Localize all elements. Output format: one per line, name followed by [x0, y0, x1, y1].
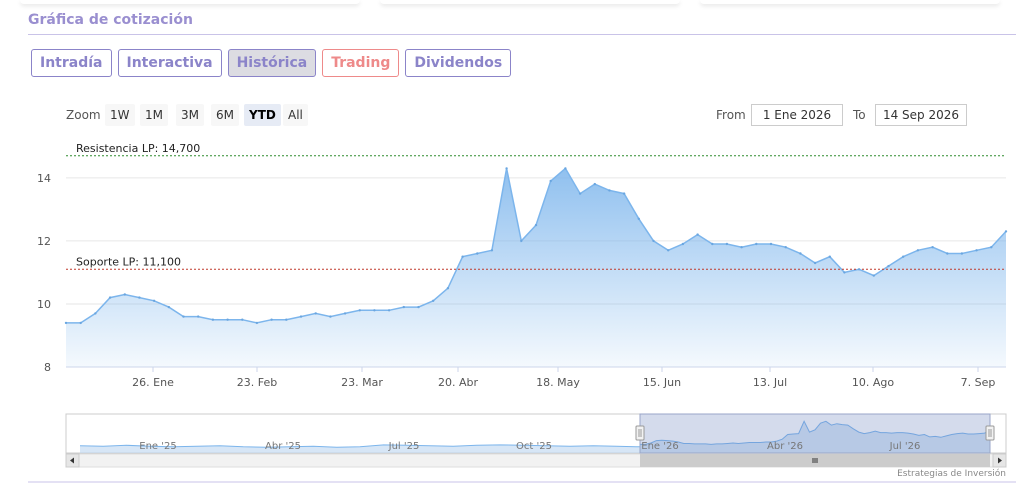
price-point — [622, 192, 626, 195]
y-axis-tick-labels: 8 10 12 14 — [37, 172, 51, 374]
price-point — [197, 315, 200, 318]
resistance-label: Resistencia LP: 14,700 — [76, 142, 200, 155]
price-point — [476, 252, 479, 255]
x-axis-ticks: 26. Ene 23. Feb 23. Mar 20. Abr 18. May 15. J… — [132, 367, 995, 389]
price-point — [872, 274, 875, 277]
price-point — [843, 271, 846, 274]
y-tick-label: 14 — [37, 172, 51, 185]
navigator-tick-label: Jul '25 — [388, 441, 420, 452]
price-point — [549, 179, 552, 183]
price-point — [108, 296, 112, 299]
price-point — [490, 249, 494, 252]
price-point — [123, 293, 127, 296]
price-point — [725, 242, 729, 246]
x-tick-label: 23. Mar — [341, 376, 383, 389]
price-point — [916, 249, 920, 252]
price-point — [784, 246, 787, 249]
price-point — [946, 252, 949, 255]
price-point — [608, 189, 611, 192]
price-point — [711, 242, 714, 246]
price-point — [285, 318, 288, 321]
support-label: Soporte LP: 11,100 — [76, 255, 181, 268]
price-point — [696, 233, 699, 236]
price-point — [931, 246, 934, 249]
price-point — [446, 287, 450, 290]
navigator-tick-label: Ene '25 — [139, 441, 176, 452]
price-point — [343, 312, 347, 315]
price-point — [960, 252, 964, 255]
navigator-tick-label: Abr '26 — [767, 441, 803, 452]
price-point — [578, 192, 582, 195]
price-point — [828, 255, 831, 258]
price-point — [270, 318, 273, 321]
price-point — [887, 264, 890, 268]
price-point — [241, 318, 244, 321]
price-point — [593, 182, 596, 186]
price-point — [681, 242, 685, 246]
navigator-tick-label: Abr '25 — [265, 441, 301, 452]
navigator-left-handle[interactable] — [635, 425, 645, 441]
price-point — [299, 315, 303, 318]
price-point — [152, 299, 156, 302]
price-point — [799, 252, 802, 255]
price-point — [402, 305, 405, 309]
price-point — [417, 305, 420, 309]
price-point — [534, 223, 538, 227]
navigator[interactable]: Ene '25 Abr '25 Jul '25 Oct '25 Ene '26 Abr '… — [28, 413, 1016, 483]
navigator-tick-label: Jul '26 — [889, 441, 921, 452]
price-point — [64, 321, 68, 325]
price-point — [813, 261, 817, 265]
x-tick-label: 13. Jul — [753, 376, 787, 389]
price-point — [975, 249, 978, 252]
price-point — [314, 312, 317, 315]
price-point — [373, 309, 376, 312]
price-point — [740, 246, 743, 249]
x-tick-label: 7. Sep — [961, 376, 996, 389]
price-point — [652, 239, 655, 243]
x-tick-label: 23. Feb — [237, 376, 277, 389]
price-chart: 8 10 12 14 Resistencia LP: 14,700 Soporte LP… — [28, 142, 1016, 483]
price-point — [461, 255, 464, 258]
price-point — [226, 318, 229, 321]
x-tick-label: 20. Abr — [438, 376, 478, 389]
price-point — [1004, 230, 1008, 233]
price-point — [387, 309, 391, 312]
price-point — [520, 239, 523, 243]
price-area — [66, 168, 1006, 367]
price-point — [637, 217, 640, 220]
y-tick-label: 10 — [37, 298, 51, 311]
price-point — [182, 315, 185, 318]
x-tick-label: 18. May — [536, 376, 580, 389]
price-point — [138, 296, 141, 299]
navigator-right-handle[interactable] — [985, 425, 995, 441]
credits-text: Estrategias de Inversión — [897, 469, 1006, 479]
price-point — [564, 167, 567, 170]
x-tick-label: 10. Ago — [852, 376, 894, 389]
price-point — [755, 242, 758, 246]
price-point — [211, 318, 215, 321]
price-point — [902, 255, 905, 258]
y-tick-label: 12 — [37, 235, 51, 248]
price-point — [79, 321, 82, 325]
price-point — [329, 315, 332, 318]
price-point — [255, 321, 259, 325]
price-point — [769, 242, 773, 246]
x-tick-label: 15. Jun — [643, 376, 681, 389]
price-point — [432, 299, 435, 302]
price-point — [990, 246, 993, 249]
navigator-tick-label: Ene '26 — [641, 441, 678, 452]
price-point — [167, 305, 170, 309]
x-tick-label: 26. Ene — [132, 376, 174, 389]
price-point — [505, 167, 508, 170]
price-point — [857, 268, 861, 271]
price-point — [358, 309, 361, 312]
navigator-selection[interactable] — [639, 413, 991, 454]
price-point — [667, 249, 670, 252]
navigator-tick-label: Oct '25 — [516, 441, 552, 452]
y-tick-label: 8 — [44, 361, 51, 374]
price-point — [94, 312, 97, 315]
